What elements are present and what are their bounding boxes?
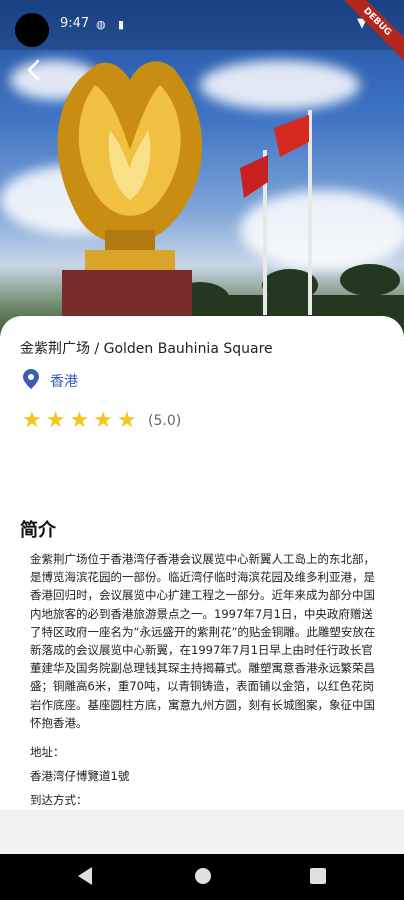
status-bar: 9:47 ◍ ▮ ▼ ◢ DEBUG	[0, 0, 404, 67]
star-icon: ★	[69, 408, 90, 433]
star-icon: ★	[45, 408, 66, 433]
intro-heading: 简介	[20, 520, 56, 541]
intro-description: 金紫荆广场位于香港湾仔香港会议展览中心新翼人工岛上的东北部，是博览海滨花园的一部…	[30, 552, 376, 730]
hero-image: 9:47 ◍ ▮ ▼ ◢ DEBUG	[0, 0, 404, 340]
star-icon: ★	[22, 408, 42, 433]
star-icon: ★	[116, 408, 137, 433]
star-icon: ★	[93, 408, 113, 433]
sd-card-icon: ▮	[118, 18, 125, 31]
chevron-left-icon	[27, 59, 40, 81]
golden-bauhinia-statue	[57, 61, 203, 330]
place-title: 金紫荆广场 / Golden Bauhinia Square	[20, 341, 273, 357]
sync-icon: ◍	[96, 18, 106, 31]
nav-back-icon[interactable]	[78, 867, 92, 885]
address-value: 香港湾仔博覽道1號	[30, 769, 130, 783]
bottom-spacer	[0, 810, 404, 854]
rating-stars: ★ ★ ★ ★ ★	[22, 409, 137, 433]
location-label[interactable]: 香港	[50, 371, 78, 391]
status-time: 9:47	[60, 16, 90, 31]
nav-recents-icon[interactable]	[310, 868, 326, 884]
nav-home-icon[interactable]	[195, 868, 211, 884]
transport-label: 到达方式：	[30, 793, 88, 807]
system-nav-bar	[0, 854, 404, 900]
rating-value: (5.0)	[148, 413, 182, 429]
address-label: 地址：	[30, 745, 65, 759]
bauhinia-scene	[57, 61, 404, 340]
back-button[interactable]	[24, 58, 56, 90]
location-pin-icon	[23, 369, 39, 393]
camera-cutout	[15, 13, 49, 47]
